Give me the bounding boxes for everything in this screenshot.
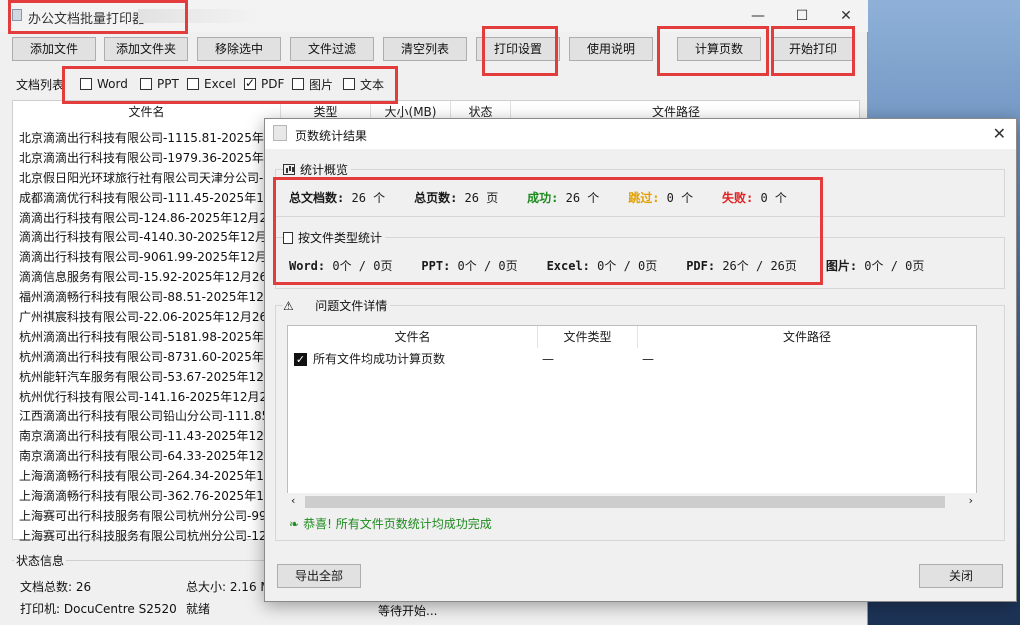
file-list-rows: 北京滴滴出行科技有限公司-1115.81-2025年1 北京滴滴出行科技有限公司… [19, 129, 289, 547]
dialog-close-icon[interactable]: ✕ [993, 124, 1006, 143]
list-item[interactable]: 江西滴滴出行科技有限公司铅山分公司-111.85 [19, 407, 289, 427]
list-item[interactable]: 杭州滴滴出行科技有限公司-8731.60-2025年1 [19, 348, 289, 368]
scrollbar-thumb[interactable] [305, 496, 945, 508]
print-settings-highlight [482, 26, 558, 76]
page-count-dialog: 页数统计结果 ✕ 统计概览 总文档数: 26 个 总页数: 26 页 成功: 2… [264, 118, 1017, 602]
list-item[interactable]: 北京假日阳光环球旅行社有限公司天津分公司- [19, 169, 289, 189]
success-message-text: 恭喜! 所有文件页数统计均成功完成 [303, 517, 492, 531]
dialog-title-bar: 页数统计结果 ✕ [265, 119, 1016, 149]
scroll-right-icon[interactable]: › [969, 494, 973, 507]
list-item[interactable]: 北京滴滴出行科技有限公司-1979.36-2025年1 [19, 149, 289, 169]
list-item[interactable]: 杭州滴滴出行科技有限公司-5181.98-2025年1 [19, 328, 289, 348]
clear-list-button[interactable]: 清空列表 [383, 37, 467, 61]
status-label: 状态信息 [14, 552, 67, 569]
list-item[interactable]: 广州祺宸科技有限公司-22.06-2025年12月26日 [19, 308, 289, 328]
waiting-status: 等待开始... [378, 604, 438, 618]
add-folder-button[interactable]: 添加文件夹 [104, 37, 188, 61]
title-highlight [8, 0, 188, 34]
image-label: 图片: [825, 259, 858, 273]
export-all-button[interactable]: 导出全部 [277, 564, 361, 588]
chart-icon [283, 164, 295, 175]
scroll-left-icon[interactable]: ‹ [291, 494, 295, 507]
success-message: ❧ 恭喜! 所有文件页数统计均成功完成 [289, 515, 492, 533]
list-item[interactable]: 滴滴信息服务有限公司-15.92-2025年12月26日 [19, 268, 289, 288]
list-item[interactable]: 滴滴出行科技有限公司-124.86-2025年12月26 [19, 209, 289, 229]
leaf-icon: ❧ [289, 517, 300, 531]
warning-icon: ⚠ [283, 298, 294, 313]
filter-highlight [62, 66, 398, 104]
printer-state: 就绪 [186, 602, 211, 616]
row-file-path: — [642, 352, 654, 366]
problems-title: ⚠ 问题文件详情 [283, 297, 391, 314]
problems-table[interactable]: 文件名 文件类型 文件路径 ✓ 所有文件均成功计算页数 — — [287, 325, 977, 511]
column-header-type[interactable]: 文件类型 [538, 326, 638, 348]
close-button[interactable]: ✕ [832, 6, 860, 26]
list-item[interactable]: 南京滴滴出行科技有限公司-11.43-2025年12月 [19, 427, 289, 447]
stats-highlight [273, 177, 823, 285]
horizontal-scrollbar[interactable]: ‹ › [287, 493, 977, 511]
total-docs: 文档总数: 26 [20, 580, 92, 594]
instructions-button[interactable]: 使用说明 [569, 37, 653, 61]
row-file-type: — [542, 352, 554, 366]
list-item[interactable]: 滴滴出行科技有限公司-9061.99-2025年12月2 [19, 248, 289, 268]
list-item[interactable]: 上海赛可出行科技服务有限公司杭州分公司-12 [19, 527, 289, 547]
list-item[interactable]: 南京滴滴出行科技有限公司-64.33-2025年12月 [19, 447, 289, 467]
check-icon: ✓ [294, 352, 307, 366]
list-item[interactable]: 滴滴出行科技有限公司-4140.30-2025年12月2 [19, 228, 289, 248]
start-print-highlight [771, 26, 855, 76]
list-item[interactable]: 上海滴滴畅行科技有限公司-362.76-2025年12 [19, 487, 289, 507]
add-file-button[interactable]: 添加文件 [12, 37, 96, 61]
dialog-title: 页数统计结果 [295, 129, 368, 143]
column-header-name[interactable]: 文件名 [13, 101, 281, 123]
file-filter-button[interactable]: 文件过滤 [290, 37, 374, 61]
list-item[interactable]: 福州滴滴畅行科技有限公司-88.51-2025年12月 [19, 288, 289, 308]
maximize-button[interactable]: ☐ [788, 6, 816, 26]
total-size: 总大小: 2.16 M [186, 580, 271, 594]
overview-title: 统计概览 [283, 161, 352, 178]
row-file-name: 所有文件均成功计算页数 [313, 352, 446, 366]
table-row[interactable]: ✓ 所有文件均成功计算页数 [294, 350, 445, 368]
image-value: 0个 / 0页 [864, 259, 925, 273]
dialog-icon [273, 125, 287, 141]
list-item[interactable]: 杭州能轩汽车服务有限公司-53.67-2025年12月 [19, 368, 289, 388]
list-item[interactable]: 上海赛可出行科技服务有限公司杭州分公司-99 [19, 507, 289, 527]
list-item[interactable]: 成都滴滴优行科技有限公司-111.45-2025年12 [19, 189, 289, 209]
printer-name: 打印机: DocuCentre S2520 [20, 602, 177, 616]
minimize-button[interactable]: — [744, 6, 772, 26]
list-item[interactable]: 北京滴滴出行科技有限公司-1115.81-2025年1 [19, 129, 289, 149]
overview-title-text: 统计概览 [300, 163, 349, 177]
column-header-path[interactable]: 文件路径 [638, 326, 976, 348]
remove-selected-button[interactable]: 移除选中 [197, 37, 281, 61]
column-header-name[interactable]: 文件名 [288, 326, 538, 348]
count-pages-highlight [657, 26, 769, 76]
problems-title-text: 问题文件详情 [315, 299, 388, 313]
close-dialog-button[interactable]: 关闭 [919, 564, 1003, 588]
list-item[interactable]: 上海滴滴畅行科技有限公司-264.34-2025年12 [19, 467, 289, 487]
list-item[interactable]: 杭州优行科技有限公司-141.16-2025年12月26 [19, 388, 289, 408]
document-list-label: 文档列表 [14, 76, 67, 93]
